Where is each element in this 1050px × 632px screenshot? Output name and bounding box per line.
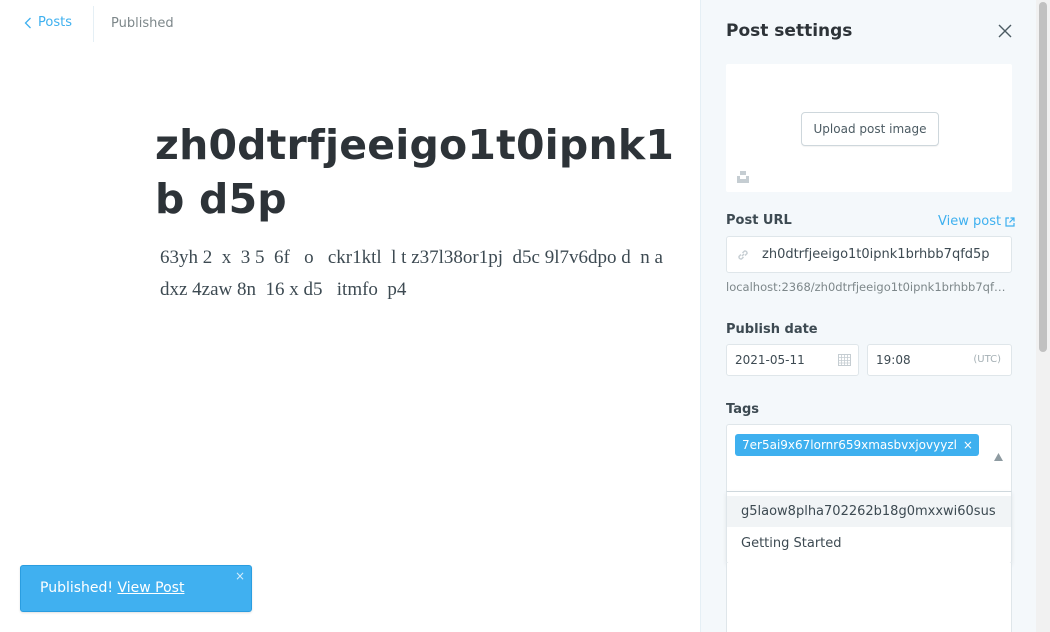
- tags-label: Tags: [726, 402, 760, 417]
- back-to-posts-link[interactable]: Posts: [24, 15, 72, 30]
- post-title[interactable]: zh0dtrfjeeigo1t0ipnk1b d5p: [155, 118, 700, 226]
- header-divider: [93, 6, 94, 42]
- tags-dropdown: g5laow8plha702262b18g0mxxwi60sus Getting…: [726, 491, 1012, 564]
- post-settings-panel: Post settings Upload post image Post URL…: [700, 0, 1037, 632]
- tag-token[interactable]: 7er5ai9x67lornr659xmasbvxjovyyzl ×: [735, 434, 979, 456]
- chevron-left-icon: [24, 17, 31, 28]
- back-link-label: Posts: [38, 15, 72, 30]
- publish-time-value: 19:08: [876, 353, 911, 367]
- publish-time-field[interactable]: 19:08 (UTC): [867, 344, 1012, 376]
- post-body-line: 63yh 2 x 3 5 6f o ckr1ktl l t z37l38or1p…: [160, 247, 663, 268]
- post-status: Published: [111, 16, 174, 31]
- post-body-line: dxz 4zaw 8n 16 x d5 itmfo p4: [160, 279, 407, 300]
- tag-option[interactable]: g5laow8plha702262b18g0mxxwi60sus: [727, 496, 1011, 527]
- post-url-label: Post URL: [726, 213, 792, 228]
- toast-message: Published! View Post: [40, 580, 184, 596]
- post-body[interactable]: 63yh 2 x 3 5 6f o ckr1ktl l t z37l38or1p…: [160, 242, 700, 312]
- tags-input[interactable]: 7er5ai9x67lornr659xmasbvxjovyyzl ×: [726, 424, 1012, 492]
- calendar-icon[interactable]: [838, 353, 851, 366]
- view-post-label: View post: [938, 214, 1002, 229]
- tag-option-label: Getting Started: [741, 536, 842, 551]
- publish-date-field[interactable]: 2021-05-11: [726, 344, 859, 376]
- editor-header: Posts Published: [0, 0, 700, 48]
- url-preview: localhost:2368/zh0dtrfjeeigo1t0ipnk1brhb…: [726, 280, 1010, 294]
- external-link-icon: [1005, 216, 1015, 227]
- timezone-label: (UTC): [973, 354, 1001, 365]
- toast-text: Published!: [40, 580, 114, 596]
- view-post-link[interactable]: View post: [938, 214, 1015, 229]
- tag-token-label: 7er5ai9x67lornr659xmasbvxjovyyzl: [742, 438, 957, 452]
- post-url-input[interactable]: [762, 237, 1006, 272]
- caret-up-icon[interactable]: [994, 453, 1003, 461]
- tag-remove-icon[interactable]: ×: [963, 434, 973, 456]
- close-icon[interactable]: [997, 23, 1013, 39]
- tag-option-label: g5laow8plha702262b18g0mxxwi60sus: [741, 504, 996, 519]
- publish-toast: Published! View Post ×: [20, 565, 252, 612]
- toast-close-icon[interactable]: ×: [235, 569, 245, 583]
- panel-title: Post settings: [726, 21, 853, 41]
- link-icon: [738, 250, 748, 260]
- post-url-field[interactable]: [726, 236, 1012, 273]
- unsplash-icon[interactable]: [736, 170, 750, 184]
- scrollbar-thumb[interactable]: [1039, 2, 1047, 352]
- publish-date-label: Publish date: [726, 322, 818, 337]
- toast-view-post-link[interactable]: View Post: [117, 580, 184, 596]
- tags-input-continuation: [726, 563, 1012, 632]
- post-image-uploader: Upload post image: [726, 64, 1012, 192]
- publish-date-value: 2021-05-11: [735, 353, 805, 367]
- tag-option[interactable]: Getting Started: [727, 528, 1011, 559]
- upload-post-image-button[interactable]: Upload post image: [801, 112, 939, 146]
